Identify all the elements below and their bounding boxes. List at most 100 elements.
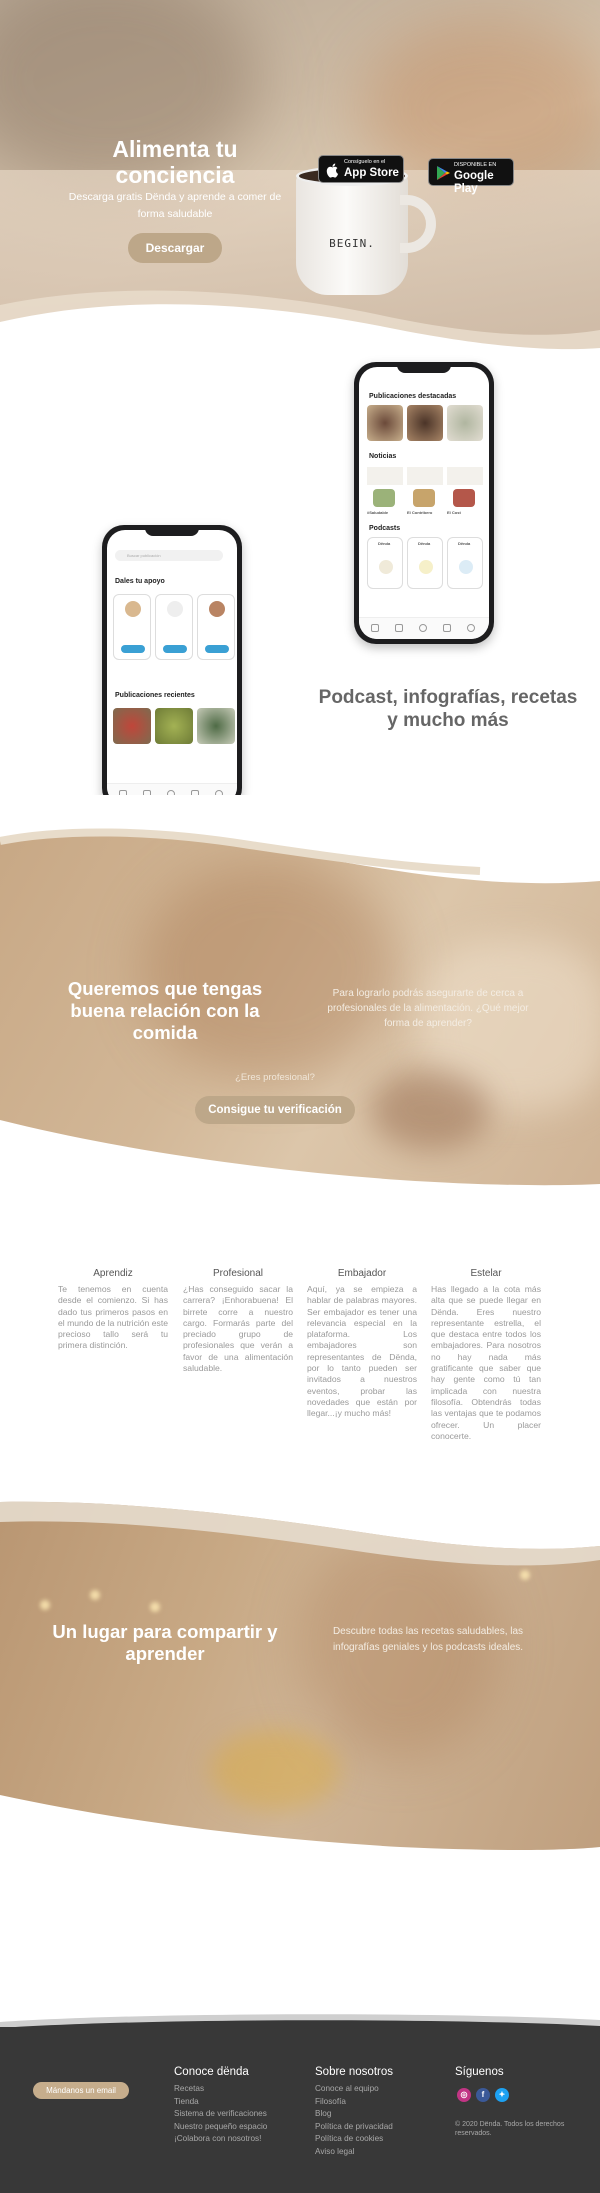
bokeh-light [90,1590,100,1600]
recent-posts-heading: Publicaciones recientes [115,692,195,699]
phone-notch [397,362,451,373]
podcast-card[interactable]: Dënda [447,537,483,589]
level-text: Te tenemos en cuenta desde el comienzo. … [58,1284,168,1351]
play-icon [379,560,393,574]
profile-icon[interactable] [467,624,475,632]
phone-notch [145,525,199,536]
level-text: Has llegado a la cota más alta que se pu… [431,1284,541,1441]
footer-link-aviso-legal[interactable]: Aviso legal [315,2146,393,2159]
phone-tab-bar [359,617,489,639]
footer-column-conoce: Conoce dënda Recetas Tienda Sistema de v… [174,2066,267,2146]
level-column-embajador: Embajador Aquí, ya se empieza a hablar d… [307,1268,417,1420]
podcast-heading: Podcast, infografías, recetas y mucho má… [318,687,578,731]
level-column-estelar: Estelar Has llegado a la cota más alta q… [431,1268,541,1442]
hero-wave-divider [0,290,600,370]
footer-column-nosotros: Sobre nosotros Conoce al equipo Filosofí… [315,2066,393,2159]
footer-link-equipo[interactable]: Conoce al equipo [315,2083,393,2096]
twitter-icon[interactable]: ✦ [495,2088,509,2102]
relation-text: Para lograrlo podrás asegurarte de cerca… [327,988,529,1029]
footer-link-filosofia[interactable]: Filosofía [315,2096,393,2109]
google-play-badge[interactable]: DISPONIBLE EN Google Play [428,158,514,195]
support-heading: Dales tu apoyo [115,578,165,585]
footer-column-title: Sobre nosotros [315,2066,393,2078]
news-snippet [447,467,483,485]
level-text: Aquí, ya se empieza a hablar de palabras… [307,1284,417,1419]
featured-posts-heading: Publicaciones destacadas [369,393,457,400]
apple-icon [326,163,339,178]
download-button[interactable]: Descargar [128,233,222,263]
footer-link-tienda[interactable]: Tienda [174,2096,267,2109]
bookmark-icon[interactable] [443,624,451,632]
facebook-icon[interactable]: f [476,2088,490,2102]
bokeh-light [150,1602,160,1612]
featured-post-thumbnail [407,405,443,441]
footer-link-colabora[interactable]: ¡Colabora con nosotros! [174,2133,267,2146]
footer-link-privacidad[interactable]: Política de privacidad [315,2121,393,2134]
podcast-card[interactable]: Dënda [367,537,403,589]
share-bottom-wave [0,1795,600,1885]
level-title: Embajador [337,1268,387,1279]
support-button[interactable] [121,645,145,653]
share-title: Un lugar para compartir y aprender [52,1621,278,1664]
featured-post-thumbnail [447,405,483,441]
podcast-card-title: Dënda [458,541,471,546]
level-text: ¿Has conseguido sacar la carrera? ¡Enhor… [183,1284,293,1374]
instagram-icon[interactable]: ◎ [457,2088,471,2102]
footer-link-blog[interactable]: Blog [315,2108,393,2121]
copyright-text: © 2020 Dënda. Todos los derechos reserva… [455,2121,565,2137]
level-column-profesional: Profesional ¿Has conseguido sacar la car… [183,1268,293,1374]
professional-card[interactable] [197,594,235,660]
avatar [167,601,183,617]
level-column-aprendiz: Aprendiz Te tenemos en cuenta desde el c… [58,1268,168,1352]
footer-link-recetas[interactable]: Recetas [174,2083,267,2096]
podcast-card[interactable]: Dënda [407,537,443,589]
footer-link-espacio[interactable]: Nuestro pequeño espacio [174,2121,267,2134]
app-store-badge[interactable]: Consíguelo en el App Store [318,155,404,183]
relation-title: Queremos que tengas buena relación con l… [67,978,263,1043]
featured-post-thumbnail [367,405,403,441]
google-play-large-text: Google Play [454,170,494,195]
mug-text: BEGIN. [329,237,375,250]
recent-post-thumbnail[interactable] [197,708,235,744]
support-button[interactable] [163,645,187,653]
relation-top-wave [0,795,600,884]
news-snippet [367,467,403,485]
support-button[interactable] [205,645,229,653]
play-icon [459,560,473,574]
footer-column-title: Conoce dënda [174,2066,249,2078]
page: BEGIN. Alimenta tu conciencia Descarga g… [0,0,600,2193]
phone-mockup-support: Buscar publicación Dales tu apoyo Public… [102,525,242,810]
relation-bottom-wave [0,1120,600,1210]
news-thumbnail [453,489,475,507]
professional-card[interactable] [155,594,193,660]
google-play-small-text: DISPONIBLE EN [454,162,497,168]
verification-button[interactable]: Consigue tu verificación [195,1096,355,1124]
footer [0,2027,600,2193]
search-bar[interactable]: Buscar publicación [115,550,223,561]
level-title: Aprendiz [93,1268,133,1279]
news-label: #Saludable [367,510,389,515]
play-icon [419,560,433,574]
podcasts-heading: Podcasts [369,525,401,532]
podcast-card-title: Dënda [418,541,431,546]
hero-subtitle: Descarga gratis Dënda y aprende a comer … [68,191,282,220]
email-button[interactable]: Mándanos un email [33,2082,129,2099]
footer-column-title: Síguenos [455,2066,504,2078]
app-store-small-text: Consíguelo en el [344,159,386,165]
home-icon[interactable] [371,624,379,632]
level-title: Estelar [470,1268,502,1279]
news-label: El Contribero [407,510,433,515]
add-icon[interactable] [419,624,427,632]
share-top-wave [0,1480,600,1566]
professional-card[interactable] [113,594,151,660]
search-icon[interactable] [395,624,403,632]
news-heading: Noticias [369,453,397,460]
share-text: Descubre todas las recetas saludables, l… [332,1626,524,1653]
phone-mockup-feed: Publicaciones destacadas Noticias #Salud… [354,362,494,644]
bokeh-light [40,1600,50,1610]
footer-link-verificaciones[interactable]: Sistema de verificaciones [174,2108,267,2121]
recent-post-thumbnail[interactable] [113,708,151,744]
footer-link-cookies[interactable]: Política de cookies [315,2133,393,2146]
news-thumbnail [413,489,435,507]
recent-post-thumbnail[interactable] [155,708,193,744]
